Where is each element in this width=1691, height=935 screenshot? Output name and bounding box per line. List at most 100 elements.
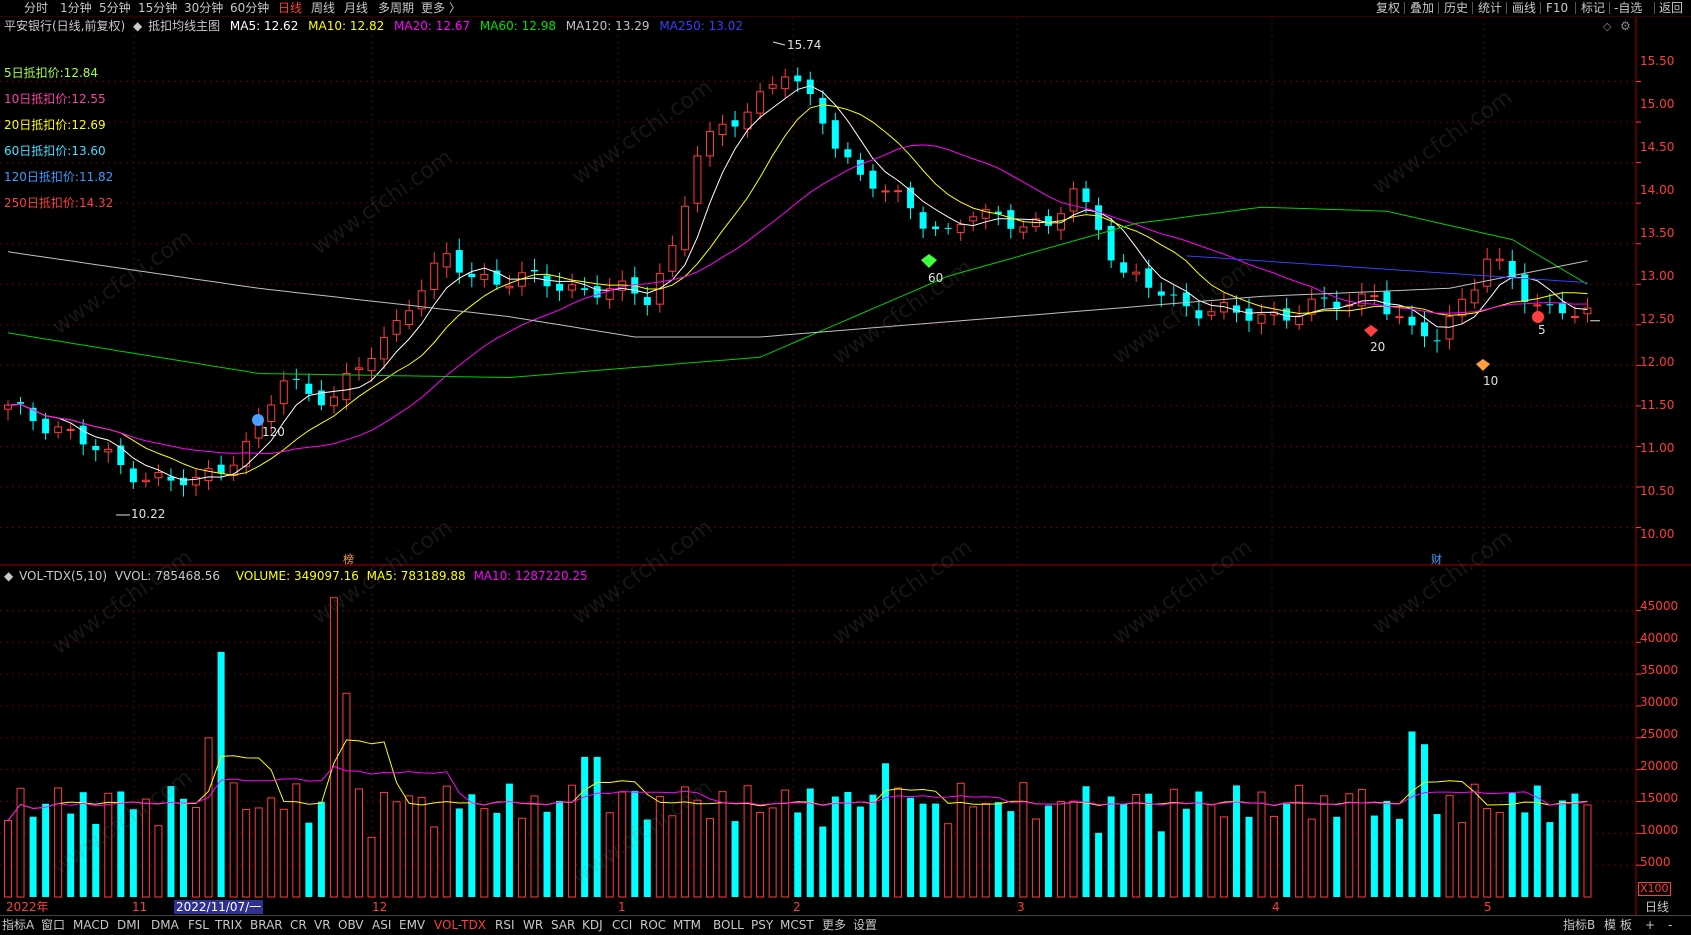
candle-body-up	[1207, 311, 1216, 316]
marker-label-10: 10	[1483, 374, 1499, 388]
volume-bar-down	[1395, 818, 1403, 897]
tab-indicator-a[interactable]: 指标A	[2, 918, 34, 932]
candle-body-up	[1570, 316, 1579, 319]
volume-bar-down	[831, 796, 839, 897]
volume-bar-up	[956, 782, 965, 898]
tab-more[interactable]: 更多	[822, 918, 846, 932]
volume-bar-up	[969, 806, 978, 898]
tab-roc[interactable]: ROC	[640, 918, 666, 932]
volume-bar-down	[1120, 803, 1128, 897]
period-tab-more[interactable]: 更多 〉	[421, 1, 461, 15]
mark-button[interactable]: 标记	[1581, 1, 1605, 15]
volume-bar-up	[1132, 794, 1141, 898]
diamond-icon[interactable]: ◇	[1603, 20, 1611, 33]
period-tab-30min[interactable]: 30分钟	[184, 1, 223, 15]
tab-wr[interactable]: WR	[523, 918, 543, 932]
candle-body-down	[593, 286, 601, 298]
f10-button[interactable]: F10	[1546, 1, 1568, 15]
candle-body-down	[1232, 305, 1240, 313]
volume-bar-up	[530, 795, 539, 898]
tab-vol-tdx[interactable]: VOL-TDX	[434, 918, 486, 932]
vol-toggle-icon[interactable]: ◆	[4, 569, 13, 583]
tab-emv[interactable]: EMV	[399, 918, 425, 932]
tab-dmi[interactable]: DMI	[117, 918, 140, 932]
tab-fsl[interactable]: FSL	[188, 918, 209, 932]
candle-body-up	[1370, 295, 1379, 298]
price-tick: 14.00	[1640, 183, 1675, 197]
settings-gear-icon[interactable]: ⚙	[1620, 19, 1631, 33]
tab-cci[interactable]: CCI	[612, 918, 632, 932]
template-button[interactable]: 模	[1604, 918, 1616, 932]
x-label-3: 3	[1017, 900, 1025, 914]
zoom-in-button[interactable]: +	[1645, 918, 1655, 932]
candle-body-down	[129, 468, 137, 483]
tab-psy[interactable]: PSY	[751, 918, 773, 932]
x-label-12: 12	[372, 900, 388, 914]
event-tag-bang[interactable]: 榜	[343, 553, 354, 567]
period-tab-daily[interactable]: 日线	[278, 1, 302, 15]
volume-bar-up	[768, 807, 777, 898]
volume-bar-down	[1408, 731, 1416, 897]
zoom-out-button[interactable]: -	[1668, 918, 1672, 932]
volume-bar-down	[1107, 796, 1115, 897]
stats-button[interactable]: 统计	[1478, 1, 1502, 15]
history-button[interactable]: 历史	[1444, 1, 1468, 15]
kline-chart[interactable]	[0, 17, 1691, 915]
x-label-1: 1	[618, 900, 626, 914]
tab-cr[interactable]: CR	[290, 918, 307, 932]
tab-brar[interactable]: BRAR	[250, 918, 283, 932]
period-tab-60min[interactable]: 60分钟	[230, 1, 269, 15]
volume-tick: 40000	[1640, 631, 1679, 645]
period-tab-multi[interactable]: 多周期	[378, 1, 414, 15]
tab-obv[interactable]: OBV	[338, 918, 364, 932]
period-tab-weekly[interactable]: 周线	[311, 1, 335, 15]
volume-bar-down	[919, 803, 927, 897]
overlay-button[interactable]: 叠加	[1410, 1, 1434, 15]
tab-settings[interactable]: 设置	[853, 918, 877, 932]
candle-body-up	[969, 216, 978, 222]
candle-body-down	[856, 159, 864, 175]
tab-boll[interactable]: BOLL	[713, 918, 744, 932]
candle-body-up	[756, 91, 765, 114]
tab-mtm[interactable]: MTM	[673, 918, 701, 932]
period-tab-monthly[interactable]: 月线	[344, 1, 368, 15]
indicator-toggle-icon[interactable]: ◆	[133, 19, 142, 33]
period-tab-15min[interactable]: 15分钟	[138, 1, 177, 15]
board-button[interactable]: 板	[1620, 918, 1632, 932]
vol-indicator-name[interactable]: VOL-TDX(5,10)	[19, 569, 107, 583]
indicator-name[interactable]: 抵扣均线主图	[148, 19, 220, 33]
volume-bar-down	[468, 794, 476, 897]
tab-kdj[interactable]: KDJ	[582, 918, 603, 932]
tab-indicator-b[interactable]: 指标B	[1563, 918, 1595, 932]
tab-window[interactable]: 窗口	[41, 918, 65, 932]
candle-body-down	[844, 149, 852, 158]
period-tab-5min[interactable]: 5分钟	[99, 1, 131, 15]
candle-body-down	[79, 425, 87, 445]
period-tab-intraday[interactable]: 分时	[24, 1, 48, 15]
volume-bar-up	[229, 782, 238, 898]
event-tag-cai[interactable]: 财	[1431, 553, 1442, 567]
remove-watchlist-button[interactable]: -自选	[1614, 1, 1642, 15]
volume-bar-down	[593, 756, 601, 897]
tab-asi[interactable]: ASI	[372, 918, 391, 932]
tab-mcst[interactable]: MCST	[780, 918, 814, 932]
candle-body-up	[768, 84, 777, 89]
candle-body-up	[1445, 316, 1454, 340]
tab-sar[interactable]: SAR	[551, 918, 575, 932]
deduct-price-10: 10日抵扣价:12.55	[4, 92, 106, 106]
tab-macd[interactable]: MACD	[73, 918, 109, 932]
tab-vr[interactable]: VR	[314, 918, 331, 932]
draw-line-button[interactable]: 画线	[1512, 1, 1536, 15]
fuquan-button[interactable]: 复权	[1376, 1, 1400, 15]
volume-bar-up	[705, 818, 714, 898]
period-tab-1min[interactable]: 1分钟	[60, 1, 92, 15]
high-arrow-icon	[772, 41, 786, 46]
tab-trix[interactable]: TRIX	[215, 918, 242, 932]
volume-bar-up	[1069, 800, 1078, 898]
volume-bar-down	[932, 803, 940, 897]
tab-rsi[interactable]: RSI	[495, 918, 515, 932]
back-button[interactable]: 返回	[1659, 1, 1683, 15]
volume-bar-down	[1508, 793, 1516, 897]
tab-dma[interactable]: DMA	[151, 918, 179, 932]
candle-body-down	[1433, 340, 1441, 342]
